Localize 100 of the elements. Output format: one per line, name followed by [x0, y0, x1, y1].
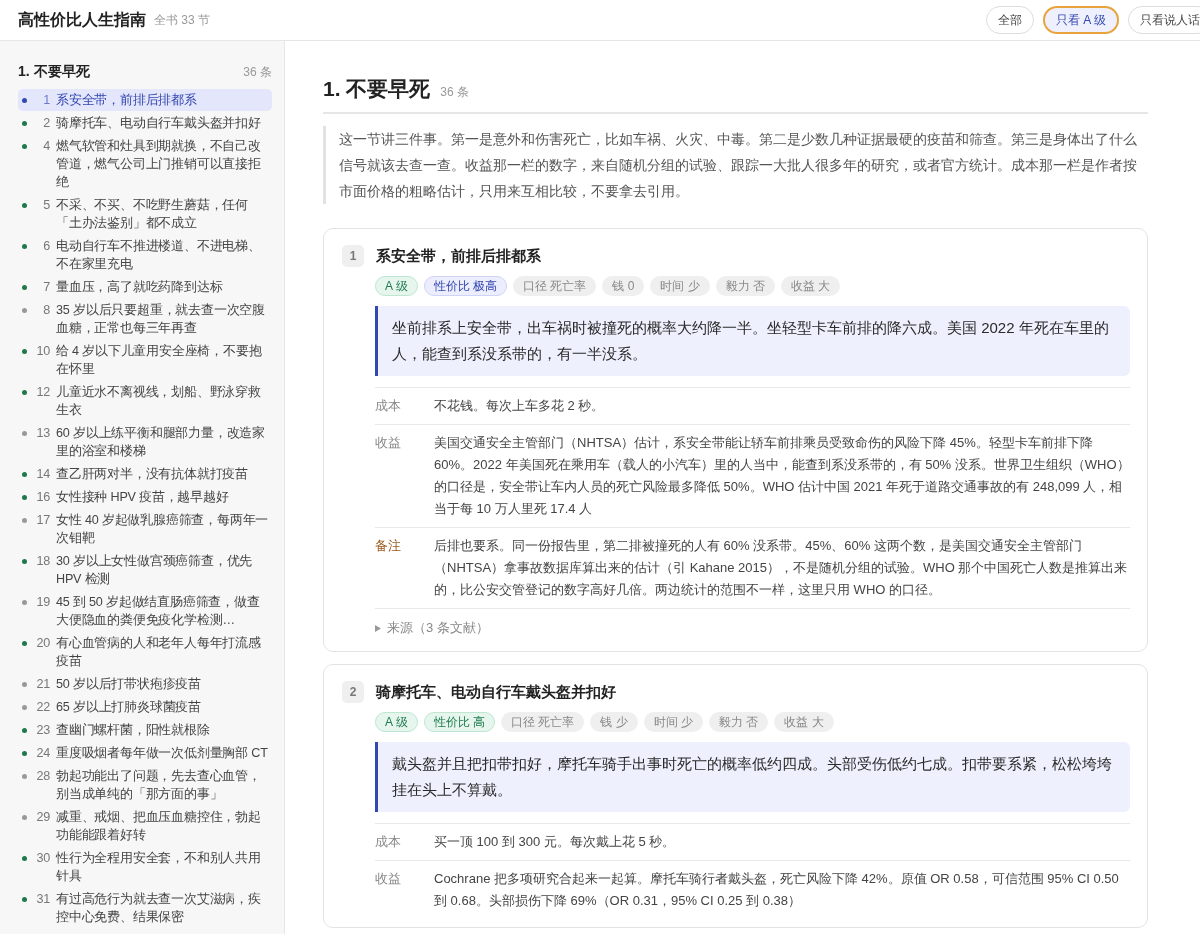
summary-quote: 戴头盔并且把扣带扣好，摩托车骑手出事时死亡的概率低约四成。头部受伤低约七成。扣带要系紧，松松垮垮挂在头上不算戴。	[375, 742, 1130, 812]
sidebar-item[interactable]: 24 重度吸烟者每年做一次低剂量胸部 CT	[18, 742, 272, 764]
filter-button[interactable]: 只看说人话	[1128, 6, 1200, 34]
item-number: 2	[342, 681, 364, 703]
item-title: 60 岁以上练平衡和腿部力量，改造家里的浴室和楼梯	[56, 425, 266, 460]
item-title: 65 岁以上打肺炎球菌疫苗	[56, 699, 202, 716]
sidebar-item[interactable]: 18 30 岁以上女性做宫颈癌筛查，优先 HPV 检测	[18, 550, 272, 590]
app-title: 高性价比人生指南	[18, 9, 146, 30]
item-number: 16	[35, 489, 51, 506]
sidebar-item[interactable]: 23 查幽门螺杆菌，阳性就根除	[18, 719, 272, 741]
tag: 时间 少	[643, 712, 704, 732]
sidebar-item[interactable]: 31 有过高危行为就去查一次艾滋病，疾控中心免费、结果保密	[18, 888, 272, 928]
tag: A 级	[375, 276, 418, 296]
tag: 性价比 极高	[423, 276, 508, 296]
item-title: 骑摩托车、电动自行车戴头盔并扣好	[56, 115, 262, 132]
tag: 性价比 高	[423, 712, 496, 732]
row-label: 收益	[375, 870, 402, 888]
sidebar-item[interactable]: 21 50 岁以后打带状疱疹疫苗	[18, 673, 272, 695]
sidebar-item[interactable]: 12 儿童近水不离视线，划船、野泳穿救生衣	[18, 381, 272, 421]
sidebar-item[interactable]: 4 燃气软管和灶具到期就换，不自己改管道，燃气公司上门推销可以直接拒绝	[18, 135, 272, 193]
item-title: 有过高危行为就去查一次艾滋病，疾控中心免费、结果保密	[56, 891, 262, 926]
item-number: 4	[42, 138, 51, 155]
row-text: 不花钱。每次上车多花 2 秒。	[434, 397, 606, 415]
sidebar-item[interactable]: 2 骑摩托车、电动自行车戴头盔并扣好	[18, 112, 272, 134]
row-label: 收益	[375, 434, 402, 452]
sidebar-item[interactable]: 30 性行为全程用安全套，不和别人共用针具	[18, 847, 272, 887]
item-number: 6	[42, 238, 51, 255]
item-title: 燃气软管和灶具到期就换，不自己改管道，燃气公司上门推销可以直接拒绝	[56, 138, 262, 191]
sidebar-item[interactable]: 29 减重、戒烟、把血压血糖控住，勃起功能能跟着好转	[18, 806, 272, 846]
item-number: 31	[35, 891, 51, 908]
section-heading: 1. 不要早死	[323, 76, 431, 102]
summary-quote: 坐前排系上安全带，出车祸时被撞死的概率大约降一半。坐轻型卡车前排的降六成。美国 2022 年死在车里的人，能查到系没系带的，有一半没系。	[375, 306, 1130, 376]
item-number: 20	[35, 635, 51, 652]
sidebar-item[interactable]: 7 量血压，高了就吃药降到达标	[18, 276, 272, 298]
item-title: 骑摩托车、电动自行车戴头盔并扣好	[376, 682, 616, 702]
filter-button[interactable]: 只看 A 级	[1043, 6, 1119, 34]
item-number: 12	[35, 384, 51, 401]
item-title: 给 4 岁以下儿童用安全座椅，不要抱在怀里	[56, 343, 263, 378]
item-number: 29	[35, 809, 51, 826]
sidebar-item[interactable]: 14 查乙肝两对半，没有抗体就打疫苗	[18, 463, 272, 485]
row-label: 备注	[375, 537, 402, 555]
item-number: 24	[35, 745, 51, 762]
expand-triangle-icon[interactable]	[375, 624, 381, 632]
sidebar-item[interactable]: 10 给 4 岁以下儿童用安全座椅，不要抱在怀里	[18, 340, 272, 380]
tag: 时间 少	[650, 276, 710, 296]
tag: 钱 0	[602, 276, 645, 296]
item-number: 19	[35, 594, 51, 611]
item-number: 14	[35, 466, 51, 483]
row-label: 成本	[375, 833, 402, 851]
section-title: 1. 不要早死	[18, 63, 90, 81]
sidebar-item[interactable]: 6 电动自行车不推进楼道、不进电梯、不在家里充电	[18, 235, 272, 275]
item-count: 36 条	[243, 64, 272, 81]
sidebar-item[interactable]: 28 勃起功能出了问题，先去查心血管，别当成单纯的「那方面的事」	[18, 765, 272, 805]
row-text: 买一顶 100 到 300 元。每次戴上花 5 秒。	[434, 833, 677, 851]
item-title: 45 到 50 岁起做结直肠癌筛查，做查大便隐血的粪便免疫化学检测…	[56, 594, 261, 629]
sidebar-item[interactable]: 16 女性接种 HPV 疫苗，越早越好	[18, 486, 272, 508]
filter-button[interactable]: 全部	[986, 6, 1034, 34]
item-number: 22	[35, 699, 51, 716]
item-number: 21	[35, 676, 51, 693]
item-title: 不采、不买、不吃野生蘑菇，任何「土办法鉴别」都不成立	[56, 197, 249, 232]
item-number: 10	[35, 343, 51, 360]
item-number: 8	[42, 302, 51, 319]
item-title: 系安全带，前排后排都系	[376, 246, 541, 266]
item-title: 儿童近水不离视线，划船、野泳穿救生衣	[56, 384, 262, 419]
tag: 毅力 否	[715, 276, 776, 296]
sources-toggle[interactable]: 来源（3 条文献）	[387, 619, 489, 637]
item-number: 1	[42, 92, 51, 109]
sidebar-item[interactable]: 5 不采、不买、不吃野生蘑菇，任何「土办法鉴别」都不成立	[18, 194, 272, 234]
row-text: Cochrane 把多项研究合起来一起算。摩托车骑行者戴头盔，死亡风险下降 42%。原值 OR 0.58，可信范围 95% CI 0.50 到 0.68。头部损伤下降 69%（OR 0.31，95% CI 0.25 到 0.38）	[434, 870, 1120, 910]
item-title: 50 岁以后打带状疱疹疫苗	[56, 676, 202, 693]
item-title: 35 岁以后只要超重，就去查一次空腹血糖，正常也每三年再查	[56, 302, 266, 337]
item-title: 勃起功能出了问题，先去查心血管，别当成单纯的「那方面的事」	[56, 768, 262, 803]
row-label: 成本	[375, 397, 402, 415]
intro-paragraph: 这一节讲三件事。第一是意外和伤害死亡，比如车祸、火灾、中毒。第二是少数几种证据最硬的疫苗和筛查。第三是身体出了什么信号就该去查一查。收益那一栏的数字，来自随机分组的试验、跟踪一大批人很多年的研究，或者官方统计。成本那一栏是作者按市面价格的粗略估计，只用来互相比较，不要拿去引用。	[323, 126, 1148, 204]
sidebar-item[interactable]: 17 女性 40 岁起做乳腺癌筛查，每两年一次钼靶	[18, 509, 272, 549]
item-number: 5	[42, 197, 51, 214]
sidebar-item[interactable]: 13 60 岁以上练平衡和腿部力量，改造家里的浴室和楼梯	[18, 422, 272, 462]
item-title: 女性接种 HPV 疫苗，越早越好	[56, 489, 230, 506]
item-number: 1	[342, 245, 364, 267]
tag: 收益 大	[781, 276, 841, 296]
sidebar-item[interactable]: 20 有心血管病的人和老年人每年打流感疫苗	[18, 632, 272, 672]
item-number: 28	[35, 768, 51, 785]
item-title: 查乙肝两对半，没有抗体就打疫苗	[56, 466, 249, 483]
tag: 钱 少	[590, 712, 638, 732]
sidebar-item[interactable]: 22 65 岁以上打肺炎球菌疫苗	[18, 696, 272, 718]
tag: 口径 死亡率	[501, 712, 585, 732]
tag: A 级	[375, 712, 418, 732]
sidebar-item[interactable]: 19 45 到 50 岁起做结直肠癌筛查，做查大便隐血的粪便免疫化学检测…	[18, 591, 272, 631]
sidebar-item[interactable]: 1 系安全带，前排后排都系	[18, 89, 272, 111]
tag: 收益 大	[774, 712, 834, 732]
item-number: 17	[35, 512, 51, 529]
item-title: 系安全带，前排后排都系	[56, 92, 198, 109]
item-number: 7	[42, 279, 51, 296]
tag: 毅力 否	[709, 712, 769, 732]
sidebar-item[interactable]: 8 35 岁以后只要超重，就去查一次空腹血糖，正常也每三年再查	[18, 299, 272, 339]
item-title: 性行为全程用安全套，不和别人共用针具	[56, 850, 262, 885]
tag: 口径 死亡率	[513, 276, 597, 296]
item-title: 有心血管病的人和老年人每年打流感疫苗	[56, 635, 262, 670]
item-title: 30 岁以上女性做宫颈癌筛查，优先 HPV 检测	[56, 553, 254, 588]
item-title: 电动自行车不推进楼道、不进电梯、不在家里充电	[56, 238, 262, 273]
